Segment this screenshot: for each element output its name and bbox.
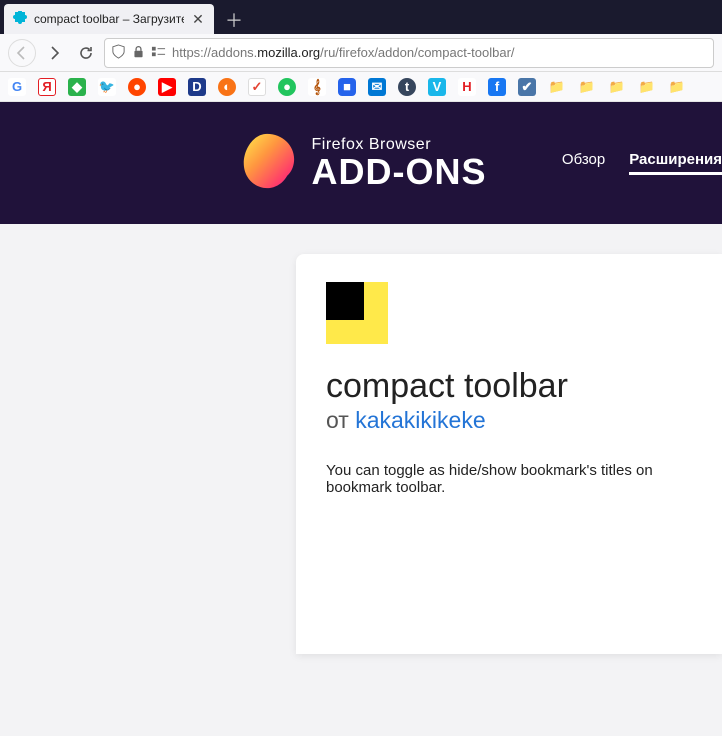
bookmark-google[interactable]: G (8, 78, 26, 96)
bookmark-twitter[interactable]: 🐦 (98, 78, 116, 96)
puzzle-icon (12, 11, 28, 27)
brand[interactable]: Firefox Browser ADD-ONS (236, 130, 487, 197)
bookmark-tumblr[interactable]: t (398, 78, 416, 96)
bookmark-app-d[interactable]: D (188, 78, 206, 96)
reload-button[interactable] (72, 39, 100, 67)
site-header: Firefox Browser ADD-ONS Обзор Расширения (0, 102, 722, 224)
bookmark-vk[interactable]: ✔ (518, 78, 536, 96)
bookmark-yandex[interactable]: Я (38, 78, 56, 96)
bookmark-youtube[interactable]: ▶ (158, 78, 176, 96)
addon-title: compact toolbar (326, 368, 692, 405)
addon-card: compact toolbar от kakakikikeke You can … (296, 254, 722, 654)
bookmark-facebook[interactable]: f (488, 78, 506, 96)
addon-description: You can toggle as hide/show bookmark's t… (326, 462, 692, 496)
author-link[interactable]: kakakikikeke (355, 407, 485, 433)
bookmark-folder-1[interactable]: 📁 (548, 78, 566, 96)
permissions-icon[interactable] (151, 44, 166, 62)
addon-icon (326, 282, 388, 344)
browser-tab[interactable]: compact toolbar – Загрузите это ✕ (4, 4, 214, 34)
bookmark-app-bars[interactable]: 𝄞 (308, 78, 326, 96)
bookmark-reddit[interactable]: ● (128, 78, 146, 96)
nav-toolbar: https://addons.mozilla.org/ru/firefox/ad… (0, 34, 722, 72)
new-tab-button[interactable]: ＋ (220, 6, 248, 34)
bookmark-folder-3[interactable]: 📁 (608, 78, 626, 96)
bookmark-app-blue[interactable]: ■ (338, 78, 356, 96)
bookmark-app-orange[interactable]: ◐ (218, 78, 236, 96)
nav-overview[interactable]: Обзор (562, 151, 605, 175)
bookmark-vimeo[interactable]: V (428, 78, 446, 96)
url-bar[interactable]: https://addons.mozilla.org/ru/firefox/ad… (104, 38, 714, 68)
bookmark-folder-5[interactable]: 📁 (668, 78, 686, 96)
bookmark-todoist[interactable]: ✓ (248, 78, 266, 96)
lock-icon[interactable] (132, 45, 145, 61)
nav-extensions[interactable]: Расширения (629, 151, 722, 175)
bookmark-habr[interactable]: H (458, 78, 476, 96)
header-nav: Обзор Расширения (562, 151, 722, 175)
firefox-logo-icon (236, 130, 298, 197)
content-area: compact toolbar от kakakikikeke You can … (0, 224, 722, 736)
bookmark-app-green[interactable]: ● (278, 78, 296, 96)
tab-strip: compact toolbar – Загрузите это ✕ ＋ (0, 0, 722, 34)
bookmark-folder-4[interactable]: 📁 (638, 78, 656, 96)
close-icon[interactable]: ✕ (190, 11, 206, 27)
tab-title: compact toolbar – Загрузите это (34, 12, 184, 26)
bookmark-folder-2[interactable]: 📁 (578, 78, 596, 96)
forward-button[interactable] (40, 39, 68, 67)
addon-author: от kakakikikeke (326, 407, 692, 434)
url-text: https://addons.mozilla.org/ru/firefox/ad… (172, 45, 515, 60)
brand-line2: ADD-ONS (312, 154, 487, 190)
back-button[interactable] (8, 39, 36, 67)
bookmarks-bar: GЯ ◆ 🐦 ● ▶ D ◐ ✓ ● 𝄞 ■ ✉ tVHf ✔ 📁 📁 📁 📁 📁 (0, 72, 722, 102)
bookmark-feedly[interactable]: ◆ (68, 78, 86, 96)
shield-icon[interactable] (111, 44, 126, 62)
bookmark-outlook[interactable]: ✉ (368, 78, 386, 96)
